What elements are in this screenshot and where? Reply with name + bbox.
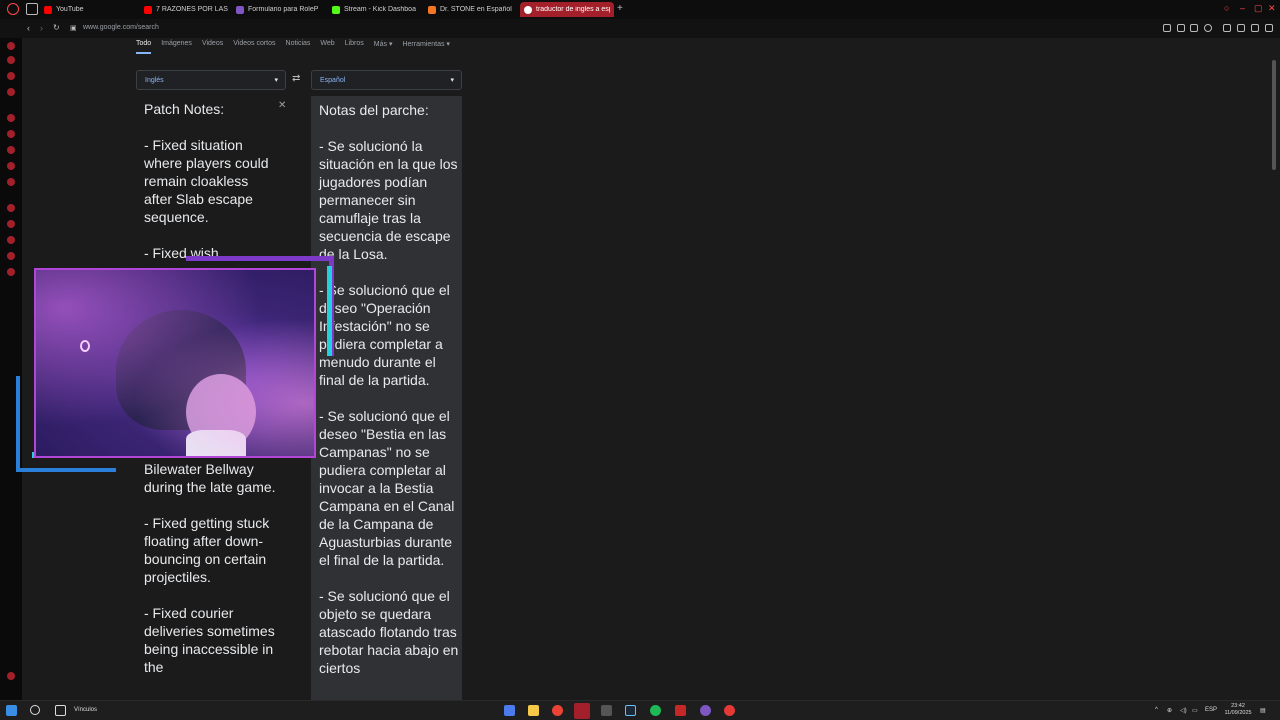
tab-videos-cortos[interactable]: Videos cortos	[233, 40, 275, 54]
address-bar-row: ‹ › ↻ ▣ www.google.com/search	[0, 19, 1280, 38]
obs-icon[interactable]	[724, 705, 735, 716]
youtube-sidebar-icon[interactable]	[7, 178, 15, 186]
steam-icon[interactable]	[625, 705, 636, 716]
notifications-icon[interactable]: ▤	[1260, 707, 1266, 714]
back-icon[interactable]: ‹	[27, 23, 30, 33]
reload-icon[interactable]: ↻	[53, 23, 60, 32]
tab-videos[interactable]: Videos	[202, 40, 223, 54]
site-info-icon[interactable]: ▣	[70, 24, 77, 32]
tab-drstone[interactable]: Dr. STONE en Español (	[424, 2, 516, 17]
maximize-icon[interactable]: ▢	[1254, 3, 1263, 14]
tab-libros[interactable]: Libros	[345, 40, 364, 54]
send-icon[interactable]	[1190, 24, 1198, 32]
search-tabs-icon[interactable]: ○	[1224, 3, 1229, 13]
tab-noticias[interactable]: Noticias	[286, 40, 311, 54]
opera-gx-icon[interactable]	[574, 703, 590, 719]
messenger-icon[interactable]	[7, 114, 15, 122]
minimize-icon[interactable]: –	[1240, 3, 1245, 13]
app-icon[interactable]	[601, 705, 612, 716]
extensions-sidebar-icon[interactable]	[7, 252, 15, 260]
discord-taskbar-icon[interactable]	[700, 705, 711, 716]
wallet-icon[interactable]	[1237, 24, 1245, 32]
gx-corner-icon[interactable]	[7, 56, 15, 64]
webcam-feed	[34, 268, 316, 458]
file-explorer-icon[interactable]	[528, 705, 539, 716]
extensions-icon[interactable]	[1223, 24, 1231, 32]
tab-imagenes[interactable]: Imágenes	[161, 40, 192, 54]
twitch-icon[interactable]	[7, 72, 15, 80]
webcam-overlay	[16, 256, 334, 472]
tab-razones[interactable]: 7 RAZONES POR LAS CU	[140, 2, 232, 17]
gx-control-icon[interactable]	[7, 42, 15, 50]
history-icon[interactable]	[7, 204, 15, 212]
source-language-label: Inglés	[145, 77, 164, 84]
tray-overflow-icon[interactable]: ^	[1155, 707, 1158, 713]
tray-app-icon[interactable]: ⊕	[1167, 707, 1172, 714]
task-view-icon[interactable]	[55, 705, 66, 716]
download-icon[interactable]	[1163, 24, 1171, 32]
kick-icon	[332, 5, 340, 14]
spotify-icon[interactable]	[650, 705, 661, 716]
settings-icon[interactable]	[1251, 24, 1259, 32]
webcam-light-glow	[36, 270, 314, 456]
menu-icon[interactable]	[1265, 24, 1273, 32]
chevron-down-icon: ▾	[274, 77, 278, 84]
clock-date: 11/09/2025	[1224, 710, 1252, 716]
chevron-down-icon: ▾	[450, 77, 454, 84]
instagram-icon[interactable]	[7, 146, 15, 154]
volume-icon[interactable]: ◁)	[1180, 707, 1187, 714]
page-scrollbar[interactable]	[1272, 60, 1276, 170]
translated-text: Notas del parche: - Se solucionó la situ…	[319, 102, 459, 676]
youtube-icon	[44, 5, 52, 14]
search-icon[interactable]	[30, 705, 40, 715]
windows-start-icon[interactable]	[6, 705, 17, 716]
close-window-icon[interactable]: ✕	[1268, 3, 1276, 14]
target-language-label: Español	[320, 77, 346, 84]
more-icon[interactable]	[7, 672, 15, 680]
forward-icon[interactable]: ›	[40, 23, 43, 33]
tab-kick[interactable]: Stream - Kick Dashboard	[328, 2, 420, 17]
tab-web[interactable]: Web	[320, 40, 334, 54]
screen: YouTube 7 RAZONES POR LAS CU Formulario …	[0, 0, 1280, 720]
crunchyroll-icon	[428, 5, 436, 14]
clock[interactable]: 23:42 11/09/2025	[1221, 703, 1255, 717]
opera-menu-icon[interactable]	[7, 3, 19, 15]
taskbar-links-label[interactable]: Vínculos	[74, 707, 97, 713]
tab-mas[interactable]: Más ▾	[374, 40, 393, 54]
music-player-icon[interactable]	[7, 162, 15, 170]
clock-time: 23:42	[1231, 703, 1245, 709]
tab-herramientas[interactable]: Herramientas ▾	[402, 40, 449, 54]
target-language-select[interactable]: Español ▾	[311, 70, 462, 90]
tab-menu-icon[interactable]	[26, 3, 38, 15]
downloads-icon[interactable]	[7, 236, 15, 244]
discord-icon[interactable]	[7, 88, 15, 96]
tab-formulario[interactable]: Formulario para RolePlay	[232, 2, 322, 17]
network-icon[interactable]: ▭	[1192, 707, 1198, 714]
tab-youtube[interactable]: YouTube	[40, 2, 140, 17]
snapshot-icon[interactable]	[1177, 24, 1185, 32]
forms-icon	[236, 5, 244, 14]
browser-tab-strip: YouTube 7 RAZONES POR LAS CU Formulario …	[0, 0, 1280, 19]
taskbar: Vínculos ^ ⊕ ◁) ▭ ESP 23:42 11/09/2025 ▤	[0, 700, 1280, 720]
google-search-tabs: Todo Imágenes Videos Videos cortos Notic…	[136, 40, 450, 54]
settings-sidebar-icon[interactable]	[7, 268, 15, 276]
clear-text-icon[interactable]: ✕	[278, 100, 286, 111]
language-indicator[interactable]: ESP	[1205, 707, 1217, 713]
tab-todo[interactable]: Todo	[136, 40, 152, 54]
whatsapp-icon[interactable]	[7, 130, 15, 138]
source-language-select[interactable]: Inglés ▾	[136, 70, 286, 90]
swap-languages-icon[interactable]: ⇄	[292, 73, 300, 84]
chrome-icon[interactable]	[552, 705, 563, 716]
new-tab-icon[interactable]: +	[617, 3, 623, 14]
bookmarks-icon[interactable]	[7, 220, 15, 228]
google-icon	[524, 5, 532, 14]
recording-app-icon[interactable]	[675, 705, 686, 716]
heart-icon[interactable]	[1204, 24, 1212, 32]
tab-traductor[interactable]: traductor de ingles a esp	[520, 2, 614, 17]
url-field[interactable]: www.google.com/search	[83, 24, 159, 31]
youtube-icon	[144, 5, 152, 14]
copilot-icon[interactable]	[504, 705, 515, 716]
